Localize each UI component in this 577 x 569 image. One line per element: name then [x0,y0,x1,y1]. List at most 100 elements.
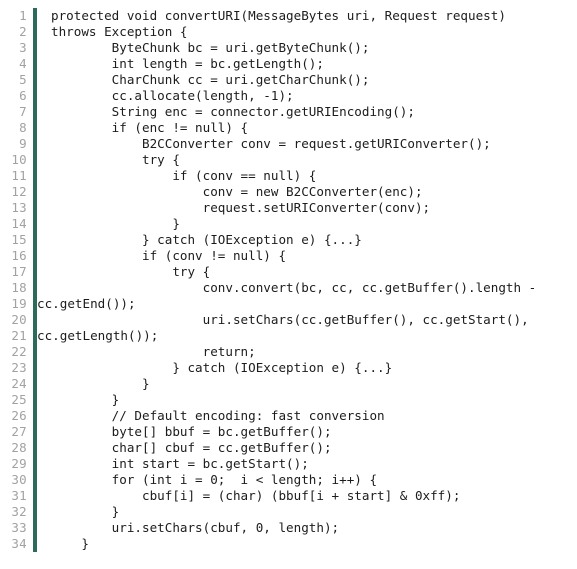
line-number: 16 [11,248,27,263]
code-line-text[interactable]: } catch (IOException e) {...} [37,232,577,248]
code-line-row[interactable]: 18 conv.convert(bc, cc, cc.getBuffer().l… [0,280,577,296]
code-line-row[interactable]: 30 for (int i = 0; i < length; i++) { [0,472,577,488]
code-line-row[interactable]: 21 cc.getLength()); [0,328,577,344]
code-line-row[interactable]: 19 cc.getEnd()); [0,296,577,312]
code-line-text[interactable]: return; [37,344,577,360]
line-number: 11 [11,168,27,183]
code-line-text[interactable]: try { [37,264,577,280]
code-line-text[interactable]: conv = new B2CConverter(enc); [37,184,577,200]
line-number: 15 [11,232,27,247]
line-number: 10 [11,152,27,167]
code-line-row[interactable]: 32 } [0,504,577,520]
code-line-text[interactable]: uri.setChars(cc.getBuffer(), cc.getStart… [37,312,577,328]
line-number: 22 [11,344,27,359]
code-line-row[interactable]: 11 if (conv == null) { [0,168,577,184]
line-number: 5 [19,72,27,87]
code-line-row[interactable]: 7 String enc = connector.getURIEncoding(… [0,104,577,120]
code-line-row[interactable]: 27 byte[] bbuf = bc.getBuffer(); [0,424,577,440]
code-line-text[interactable]: } [37,392,577,408]
code-line-text[interactable]: if (conv != null) { [37,248,577,264]
code-line-row[interactable]: 16 if (conv != null) { [0,248,577,264]
code-line-row[interactable]: 22 return; [0,344,577,360]
code-line-row[interactable]: 29 int start = bc.getStart(); [0,456,577,472]
line-number: 32 [11,504,27,519]
code-line-text[interactable]: cbuf[i] = (char) (bbuf[i + start] & 0xff… [37,488,577,504]
line-number: 7 [19,104,27,119]
code-line-text[interactable]: int start = bc.getStart(); [37,456,577,472]
line-number: 2 [19,24,27,39]
line-number: 26 [11,408,27,423]
line-number: 1 [19,8,27,23]
code-line-row[interactable]: 34 } [0,536,577,552]
code-line-text[interactable]: } catch (IOException e) {...} [37,360,577,376]
code-line-row[interactable]: 31 cbuf[i] = (char) (bbuf[i + start] & 0… [0,488,577,504]
code-line-text[interactable]: cc.getEnd()); [37,296,577,312]
code-line-row[interactable]: 24 } [0,376,577,392]
line-number: 14 [11,216,27,231]
code-line-text[interactable]: for (int i = 0; i < length; i++) { [37,472,577,488]
line-number: 25 [11,392,27,407]
code-line-text[interactable]: ByteChunk bc = uri.getByteChunk(); [37,40,577,56]
line-number: 29 [11,456,27,471]
code-line-text[interactable]: } [37,216,577,232]
code-line-text[interactable]: char[] cbuf = cc.getBuffer(); [37,440,577,456]
code-line-text[interactable]: String enc = connector.getURIEncoding(); [37,104,577,120]
code-line-row[interactable]: 4 int length = bc.getLength(); [0,56,577,72]
code-line-text[interactable]: } [37,504,577,520]
code-line-text[interactable]: request.setURIConverter(conv); [37,200,577,216]
line-number: 17 [11,264,27,279]
code-line-text[interactable]: } [37,376,577,392]
line-number: 13 [11,200,27,215]
code-line-row[interactable]: 9 B2CConverter conv = request.getURIConv… [0,136,577,152]
line-number: 24 [11,376,27,391]
code-line-row[interactable]: 6 cc.allocate(length, -1); [0,88,577,104]
line-number: 19 [11,296,27,311]
code-line-text[interactable]: } [37,536,577,552]
code-line-text[interactable]: // Default encoding: fast conversion [37,408,577,424]
code-line-row[interactable]: 10 try { [0,152,577,168]
code-line-row[interactable]: 28 char[] cbuf = cc.getBuffer(); [0,440,577,456]
line-number: 8 [19,120,27,135]
code-line-row[interactable]: 23 } catch (IOException e) {...} [0,360,577,376]
code-line-row[interactable]: 17 try { [0,264,577,280]
code-line-text[interactable]: int length = bc.getLength(); [37,56,577,72]
line-number: 20 [11,312,27,327]
code-line-row[interactable]: 14 } [0,216,577,232]
code-line-row[interactable]: 20 uri.setChars(cc.getBuffer(), cc.getSt… [0,312,577,328]
code-line-row[interactable]: 2 throws Exception { [0,24,577,40]
code-line-row[interactable]: 13 request.setURIConverter(conv); [0,200,577,216]
line-number: 23 [11,360,27,375]
code-line-text[interactable]: if (enc != null) { [37,120,577,136]
code-line-text[interactable]: cc.getLength()); [37,328,577,344]
code-line-row[interactable]: 12 conv = new B2CConverter(enc); [0,184,577,200]
line-number: 34 [11,536,27,551]
code-line-text[interactable]: if (conv == null) { [37,168,577,184]
code-line-text[interactable]: throws Exception { [37,24,577,40]
code-line-row[interactable]: 15 } catch (IOException e) {...} [0,232,577,248]
code-line-row[interactable]: 8 if (enc != null) { [0,120,577,136]
code-line-text[interactable]: uri.setChars(cbuf, 0, length); [37,520,577,536]
line-number: 28 [11,440,27,455]
line-number: 3 [19,40,27,55]
code-line-text[interactable]: B2CConverter conv = request.getURIConver… [37,136,577,152]
code-viewer[interactable]: 1 protected void convertURI(MessageBytes … [0,0,577,569]
code-line-row[interactable]: 1 protected void convertURI(MessageBytes … [0,8,577,24]
line-number: 33 [11,520,27,535]
code-line-row[interactable]: 33 uri.setChars(cbuf, 0, length); [0,520,577,536]
code-line-row[interactable]: 5 CharChunk cc = uri.getCharChunk(); [0,72,577,88]
code-line-text[interactable]: CharChunk cc = uri.getCharChunk(); [37,72,577,88]
code-line-row[interactable]: 3 ByteChunk bc = uri.getByteChunk(); [0,40,577,56]
code-line-text[interactable]: try { [37,152,577,168]
code-line-row[interactable]: 25 } [0,392,577,408]
code-line-row[interactable]: 26 // Default encoding: fast conversion [0,408,577,424]
line-number: 12 [11,184,27,199]
line-number: 21 [11,328,27,343]
code-line-text[interactable]: byte[] bbuf = bc.getBuffer(); [37,424,577,440]
code-line-text[interactable]: protected void convertURI(MessageBytes u… [37,8,577,24]
line-number: 9 [19,136,27,151]
line-number: 30 [11,472,27,487]
line-number: 4 [19,56,27,71]
code-line-text[interactable]: conv.convert(bc, cc, cc.getBuffer().leng… [37,280,577,296]
code-line-text[interactable]: cc.allocate(length, -1); [37,88,577,104]
line-number: 18 [11,280,27,295]
